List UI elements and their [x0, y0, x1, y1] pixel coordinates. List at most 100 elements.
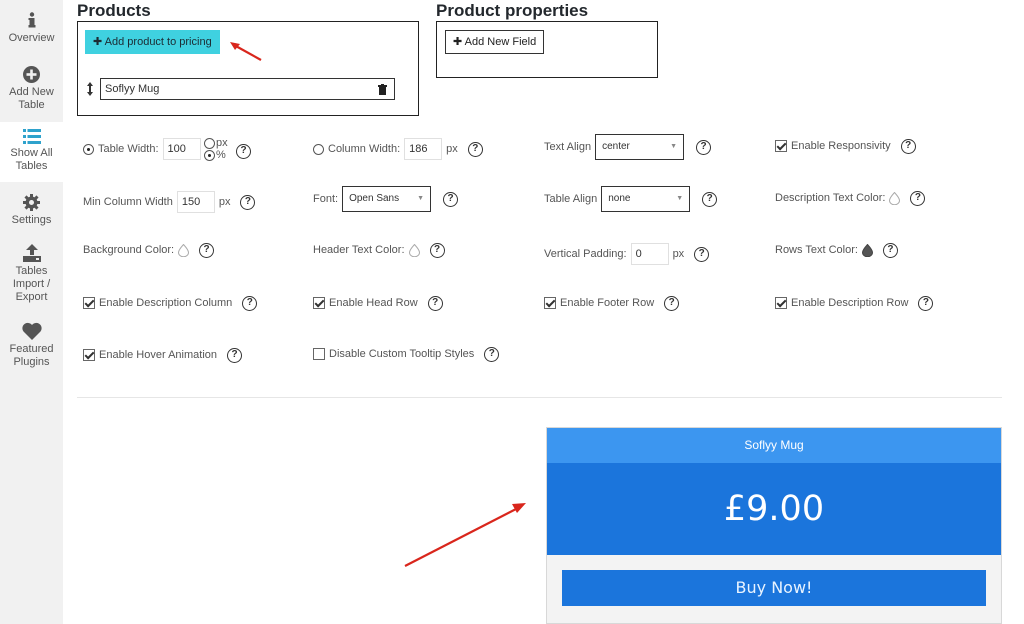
color-drop-icon[interactable]: [861, 243, 873, 257]
add-product-label: Add product to pricing: [104, 36, 212, 48]
vertical-padding-unit: px: [672, 248, 685, 260]
color-drop-icon[interactable]: [889, 191, 901, 205]
unit-px-radio[interactable]: [204, 137, 215, 149]
help-icon[interactable]: ?: [694, 246, 710, 262]
help-icon[interactable]: ?: [199, 242, 215, 258]
add-new-field-button[interactable]: ✚ Add New Field: [445, 30, 545, 54]
sidebar-item-show-all-tables[interactable]: Show All Tables: [0, 122, 63, 182]
table-width-label: Table Width:: [98, 143, 159, 155]
font-select[interactable]: Open Sans ▼: [342, 186, 432, 212]
unit-percent-radio[interactable]: [204, 149, 215, 161]
column-width-setting: Column Width: 186 px ?: [313, 138, 483, 160]
column-width-radio[interactable]: [313, 143, 324, 155]
sidebar-item-label: Featured Plugins: [9, 343, 54, 368]
help-icon[interactable]: ?: [240, 194, 256, 210]
annotation-arrow-small: [230, 42, 262, 61]
help-icon[interactable]: ?: [696, 139, 712, 155]
upload-icon: [22, 244, 41, 262]
enable-footer-row-checkbox[interactable]: [544, 297, 556, 309]
unit-percent-label: %: [216, 149, 226, 161]
enable-head-row-setting: Enable Head Row ?: [313, 292, 443, 314]
drag-handle-icon[interactable]: [86, 82, 94, 96]
disable-custom-tooltip-checkbox[interactable]: [313, 348, 325, 360]
sidebar-item-overview[interactable]: Overview: [0, 12, 63, 57]
add-new-field-label: Add New Field: [464, 36, 537, 48]
product-name: Soflyy Mug: [105, 83, 160, 95]
help-icon[interactable]: ?: [242, 295, 258, 311]
enable-description-column-label: Enable Description Column: [99, 297, 233, 309]
text-align-label: Text Align: [544, 141, 592, 153]
color-drop-icon[interactable]: [408, 243, 420, 257]
header-text-color-setting: Header Text Color: ?: [313, 239, 445, 261]
font-value: Open Sans: [349, 193, 400, 204]
help-icon[interactable]: ?: [227, 347, 243, 363]
info-icon: [28, 12, 35, 28]
enable-hover-animation-label: Enable Hover Animation: [99, 349, 218, 361]
buy-now-button[interactable]: Buy Now!: [562, 570, 986, 606]
enable-description-row-checkbox[interactable]: [775, 297, 787, 309]
min-column-width-unit: px: [218, 196, 231, 208]
admin-sidebar: Overview Add New Table Show All Tables S…: [0, 0, 63, 624]
text-align-setting: Text Align center ▼ ?: [544, 134, 712, 160]
sidebar-item-label: Add New Table: [9, 86, 54, 111]
table-align-value: none: [608, 193, 631, 204]
enable-description-row-label: Enable Description Row: [791, 297, 909, 309]
sidebar-item-featured-plugins[interactable]: Featured Plugins: [0, 322, 63, 374]
enable-description-column-setting: Enable Description Column ?: [83, 292, 258, 314]
table-align-label: Table Align: [544, 193, 598, 205]
header-text-color-label: Header Text Color:: [313, 244, 405, 256]
help-icon[interactable]: ?: [467, 141, 483, 157]
plus-icon: ✚: [93, 36, 103, 48]
chevron-down-icon: ▼: [676, 195, 684, 202]
add-product-button[interactable]: ✚ Add product to pricing: [85, 30, 220, 54]
sidebar-item-import-export[interactable]: Tables Import / Export: [0, 244, 63, 310]
enable-responsivity-setting: Enable Responsivity ?: [775, 135, 916, 157]
help-icon[interactable]: ?: [910, 190, 926, 206]
help-icon[interactable]: ?: [882, 242, 898, 258]
help-icon[interactable]: ?: [900, 138, 916, 154]
trash-icon[interactable]: [378, 84, 387, 95]
table-width-setting: Table Width: 100: [83, 138, 201, 160]
sidebar-item-label: Show All Tables: [10, 147, 53, 172]
table-width-radio[interactable]: [83, 143, 94, 155]
help-icon[interactable]: ?: [702, 191, 718, 207]
background-color-label: Background Color:: [83, 244, 175, 256]
help-icon[interactable]: ?: [443, 191, 459, 207]
sidebar-item-add-new-table[interactable]: Add New Table: [0, 66, 63, 118]
annotation-arrow-large: [404, 503, 526, 567]
color-drop-icon[interactable]: [178, 243, 190, 257]
column-width-input[interactable]: 186: [404, 138, 443, 160]
help-icon[interactable]: ?: [664, 295, 680, 311]
preview-product-name: Soflyy Mug: [547, 428, 1001, 463]
column-width-unit: px: [446, 143, 458, 155]
vertical-padding-setting: Vertical Padding: 0 px ?: [544, 243, 710, 265]
background-color-setting: Background Color: ?: [83, 239, 215, 261]
enable-responsivity-label: Enable Responsivity: [791, 140, 891, 152]
rows-text-color-setting: Rows Text Color: ?: [775, 239, 898, 261]
help-icon[interactable]: ?: [427, 295, 443, 311]
enable-description-column-checkbox[interactable]: [83, 297, 95, 309]
help-icon[interactable]: ?: [918, 295, 934, 311]
table-align-select[interactable]: none ▼: [601, 186, 691, 212]
enable-hover-animation-checkbox[interactable]: [83, 349, 95, 361]
text-align-select[interactable]: center ▼: [595, 134, 685, 160]
product-row[interactable]: Soflyy Mug: [100, 78, 395, 100]
pricing-table-preview: Soflyy Mug £9.00 Buy Now!: [546, 427, 1002, 624]
text-align-value: center: [602, 141, 630, 152]
help-icon[interactable]: ?: [236, 144, 251, 159]
vertical-padding-input[interactable]: 0: [630, 243, 669, 265]
font-label: Font:: [313, 193, 339, 205]
chevron-down-icon: ▼: [417, 195, 425, 202]
enable-responsivity-checkbox[interactable]: [775, 140, 787, 152]
sidebar-item-settings[interactable]: Settings: [0, 194, 63, 232]
help-icon[interactable]: ?: [429, 242, 445, 258]
description-text-color-label: Description Text Color:: [775, 192, 886, 204]
rows-text-color-label: Rows Text Color:: [775, 244, 858, 256]
enable-head-row-checkbox[interactable]: [313, 297, 325, 309]
preview-price: £9.00: [547, 463, 1001, 555]
table-width-input[interactable]: 100: [162, 138, 201, 160]
help-icon[interactable]: ?: [484, 346, 500, 362]
description-text-color-setting: Description Text Color: ?: [775, 187, 926, 209]
min-column-width-input[interactable]: 150: [176, 191, 215, 213]
sidebar-item-label: Settings: [11, 214, 52, 226]
